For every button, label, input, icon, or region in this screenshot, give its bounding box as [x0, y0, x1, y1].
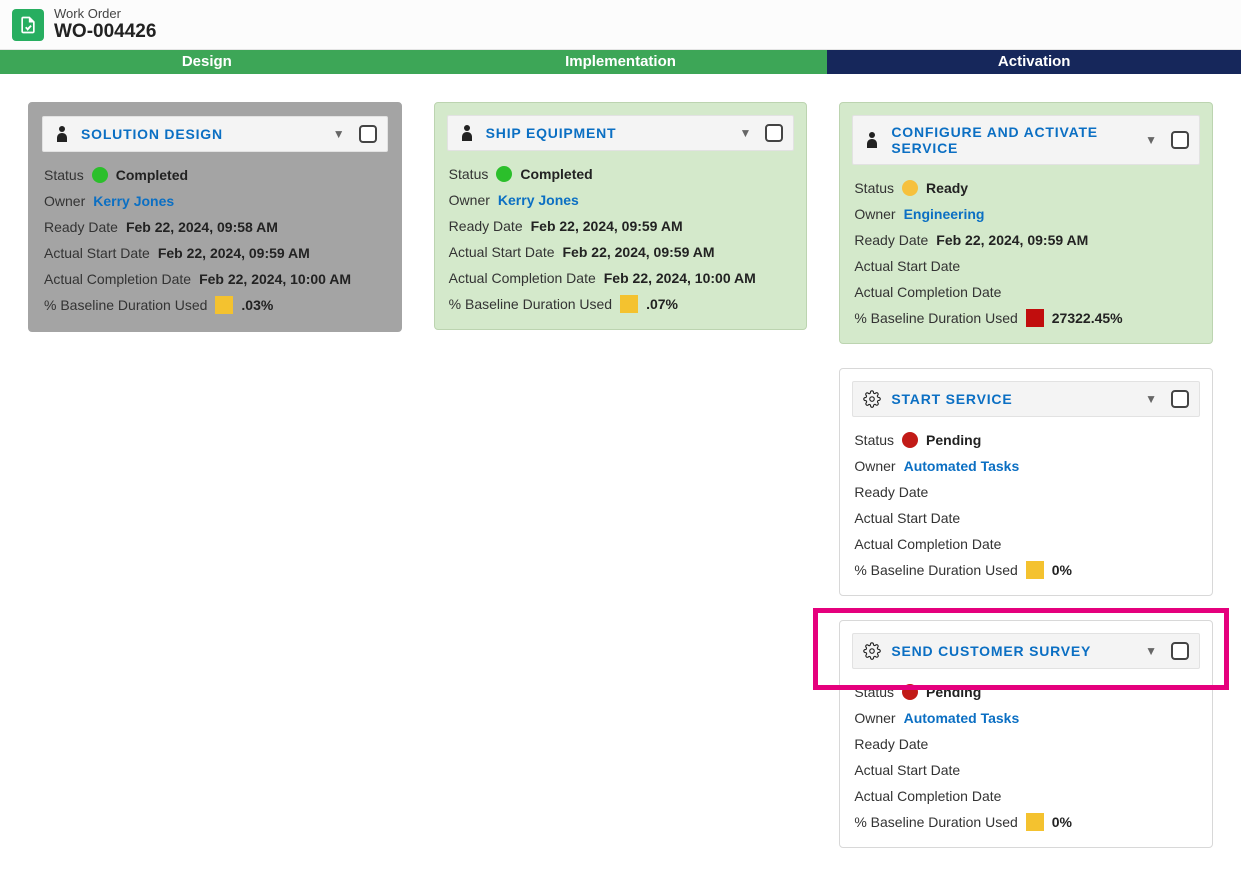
- owner-link[interactable]: Engineering: [904, 203, 985, 225]
- owner-link[interactable]: Kerry Jones: [498, 189, 579, 211]
- card-title[interactable]: SEND CUSTOMER SURVEY: [891, 643, 1131, 659]
- duration-swatch: [1026, 813, 1044, 831]
- card-title[interactable]: CONFIGURE AND ACTIVATE SERVICE: [891, 124, 1131, 156]
- record-type-label: Work Order: [54, 6, 156, 21]
- card-header: SEND CUSTOMER SURVEY ▼: [852, 633, 1200, 669]
- duration-swatch: [215, 296, 233, 314]
- card-header: SOLUTION DESIGN ▼: [42, 116, 388, 152]
- card-header: CONFIGURE AND ACTIVATE SERVICE ▼: [852, 115, 1200, 165]
- status-dot: [902, 180, 918, 196]
- card-title[interactable]: SOLUTION DESIGN: [81, 126, 319, 142]
- phase-activation[interactable]: Activation: [827, 50, 1241, 74]
- record-type-icon: [12, 9, 44, 41]
- card-body: StatusPending OwnerAutomated Tasks Ready…: [840, 677, 1212, 847]
- card-header: SHIP EQUIPMENT ▼: [447, 115, 795, 151]
- card-checkbox[interactable]: [1171, 131, 1189, 149]
- card-title[interactable]: START SERVICE: [891, 391, 1131, 407]
- card-body: Status Completed Owner Kerry Jones Ready…: [30, 160, 400, 330]
- col-activation: CONFIGURE AND ACTIVATE SERVICE ▼ StatusR…: [839, 102, 1213, 848]
- duration-swatch: [1026, 309, 1044, 327]
- status-dot: [496, 166, 512, 182]
- actual-start-row: Actual Start Date Feb 22, 2024, 09:59 AM: [44, 242, 386, 264]
- card-ship-equipment: SHIP EQUIPMENT ▼ StatusCompleted OwnerKe…: [434, 102, 808, 330]
- card-body: StatusPending OwnerAutomated Tasks Ready…: [840, 425, 1212, 595]
- card-body: StatusReady OwnerEngineering Ready DateF…: [840, 173, 1212, 343]
- status-dot: [92, 167, 108, 183]
- col-design: SOLUTION DESIGN ▼ Status Completed Owner…: [28, 102, 402, 332]
- chevron-down-icon[interactable]: ▼: [1141, 131, 1161, 149]
- card-solution-design: SOLUTION DESIGN ▼ Status Completed Owner…: [28, 102, 402, 332]
- card-checkbox[interactable]: [765, 124, 783, 142]
- columns-container: SOLUTION DESIGN ▼ Status Completed Owner…: [0, 74, 1241, 876]
- person-icon: [458, 125, 476, 141]
- pct-baseline-row: % Baseline Duration Used .03%: [44, 294, 386, 316]
- owner-link[interactable]: Kerry Jones: [93, 190, 174, 212]
- status-row: Status Completed: [44, 164, 386, 186]
- status-dot: [902, 684, 918, 700]
- duration-swatch: [620, 295, 638, 313]
- gear-icon: [863, 390, 881, 408]
- owner-link[interactable]: Automated Tasks: [904, 707, 1020, 729]
- card-start-service: START SERVICE ▼ StatusPending OwnerAutom…: [839, 368, 1213, 596]
- phase-bar: Design Implementation Activation: [0, 50, 1241, 74]
- status-dot: [902, 432, 918, 448]
- phase-implementation[interactable]: Implementation: [414, 50, 828, 74]
- person-icon: [863, 132, 881, 148]
- card-title[interactable]: SHIP EQUIPMENT: [486, 125, 726, 141]
- record-id: WO-004426: [54, 21, 156, 43]
- card-header: START SERVICE ▼: [852, 381, 1200, 417]
- owner-link[interactable]: Automated Tasks: [904, 455, 1020, 477]
- chevron-down-icon[interactable]: ▼: [329, 125, 349, 143]
- actual-completion-row: Actual Completion Date Feb 22, 2024, 10:…: [44, 268, 386, 290]
- card-checkbox[interactable]: [359, 125, 377, 143]
- ready-date-row: Ready Date Feb 22, 2024, 09:58 AM: [44, 216, 386, 238]
- card-checkbox[interactable]: [1171, 390, 1189, 408]
- card-send-customer-survey: SEND CUSTOMER SURVEY ▼ StatusPending Own…: [839, 620, 1213, 848]
- card-body: StatusCompleted OwnerKerry Jones Ready D…: [435, 159, 807, 329]
- card-configure-activate: CONFIGURE AND ACTIVATE SERVICE ▼ StatusR…: [839, 102, 1213, 344]
- header-text: Work Order WO-004426: [54, 6, 156, 43]
- col-implementation: SHIP EQUIPMENT ▼ StatusCompleted OwnerKe…: [434, 102, 808, 330]
- person-icon: [53, 126, 71, 142]
- card-checkbox[interactable]: [1171, 642, 1189, 660]
- duration-swatch: [1026, 561, 1044, 579]
- phase-design[interactable]: Design: [0, 50, 414, 74]
- gear-icon: [863, 642, 881, 660]
- chevron-down-icon[interactable]: ▼: [1141, 642, 1161, 660]
- chevron-down-icon[interactable]: ▼: [735, 124, 755, 142]
- chevron-down-icon[interactable]: ▼: [1141, 390, 1161, 408]
- page-header: Work Order WO-004426: [0, 0, 1241, 50]
- owner-row: Owner Kerry Jones: [44, 190, 386, 212]
